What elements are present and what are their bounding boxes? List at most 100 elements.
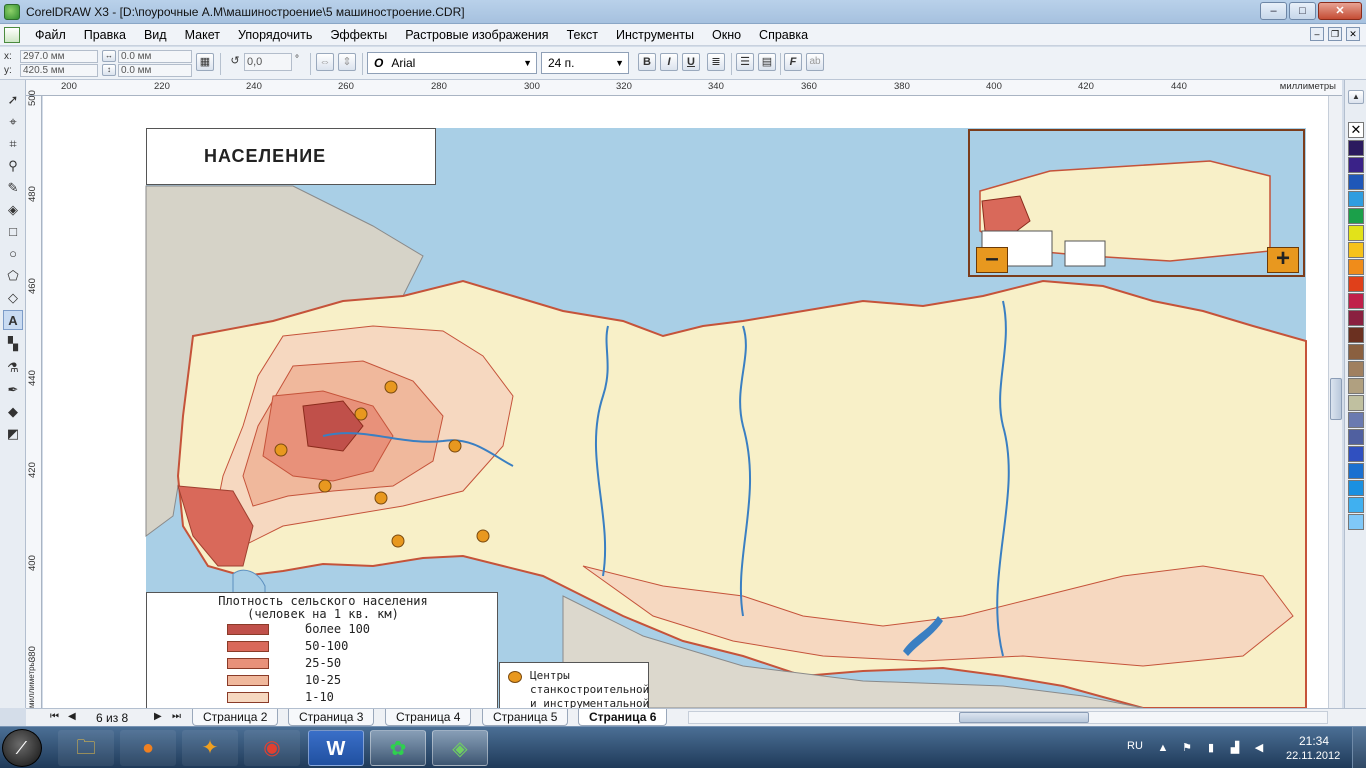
horizontal-ruler[interactable]: 200 220 240 260 280 300 320 340 360 380 … [26, 80, 1342, 96]
color-swatch[interactable] [1348, 259, 1364, 275]
color-swatch[interactable] [1348, 293, 1364, 309]
yandex-icon[interactable]: ✦ [182, 730, 238, 766]
y-position-field[interactable]: 420.5 мм [20, 64, 98, 77]
page-tab[interactable]: Страница 2 [192, 709, 279, 726]
rotation-field[interactable]: 0,0 [244, 53, 292, 71]
width-field[interactable]: 0.0 мм [118, 50, 192, 63]
font-size-select[interactable]: 24 п. ▼ [541, 52, 629, 74]
doc-restore-icon[interactable]: ❐ [1328, 27, 1342, 41]
align-icon[interactable]: ≣ [707, 53, 725, 71]
drop-cap-icon[interactable]: ▤ [758, 53, 776, 71]
color-swatch[interactable] [1348, 463, 1364, 479]
vertical-scrollbar[interactable] [1328, 96, 1342, 708]
menu-edit[interactable]: Правка [75, 28, 135, 42]
flag-icon[interactable]: ⚑ [1180, 741, 1194, 755]
color-swatch[interactable] [1348, 344, 1364, 360]
inset-map[interactable]: – + [968, 129, 1305, 277]
color-swatch[interactable] [1348, 225, 1364, 241]
zoom-out-button[interactable]: – [976, 247, 1008, 273]
zoom-tool-icon[interactable]: ⚲ [3, 156, 23, 176]
lock-ratio-icon[interactable]: ▦ [196, 53, 214, 71]
last-page-icon[interactable]: ⏭ [172, 711, 181, 722]
page-tab[interactable]: Страница 3 [288, 709, 375, 726]
map-title[interactable]: НАСЕЛЕНИЕ [146, 128, 436, 185]
menu-arrange[interactable]: Упорядочить [229, 28, 321, 42]
maximize-button[interactable]: □ [1289, 2, 1316, 20]
edit-text-icon[interactable]: ab [806, 53, 824, 71]
horizontal-scroll-thumb[interactable] [959, 712, 1089, 723]
ellipse-tool-icon[interactable]: ○ [3, 244, 23, 264]
centers-legend[interactable]: Центры станкостроительной и инструментал… [499, 662, 649, 708]
mirror-horizontal-icon[interactable]: ⇔ [316, 53, 334, 71]
color-swatch[interactable] [1348, 157, 1364, 173]
color-swatch[interactable] [1348, 208, 1364, 224]
eyedropper-tool-icon[interactable]: ⚗ [3, 358, 23, 378]
show-hidden-icon[interactable]: ▲ [1156, 741, 1170, 755]
clock-time[interactable]: 21:34 [1299, 734, 1329, 748]
blend-tool-icon[interactable]: ▚ [3, 334, 23, 354]
color-swatch[interactable] [1348, 378, 1364, 394]
first-page-icon[interactable]: ⏮ [50, 711, 59, 722]
x-position-field[interactable]: 297.0 мм [20, 50, 98, 63]
horizontal-scrollbar[interactable] [688, 711, 1328, 724]
color-swatch[interactable] [1348, 480, 1364, 496]
bullet-list-icon[interactable]: ☰ [736, 53, 754, 71]
word-icon[interactable]: W [308, 730, 364, 766]
explorer-icon[interactable]: 🗀 [58, 730, 114, 766]
menu-view[interactable]: Вид [135, 28, 176, 42]
freehand-tool-icon[interactable]: ✎ [3, 178, 23, 198]
smart-fill-icon[interactable]: ◈ [3, 200, 23, 220]
doc-minimize-icon[interactable]: – [1310, 27, 1324, 41]
coreldraw-icon[interactable]: ◈ [432, 730, 488, 766]
zoom-in-button[interactable]: + [1267, 247, 1299, 273]
vertical-ruler[interactable]: 500 480 460 440 420 400 380 миллиметры [26, 90, 42, 708]
italic-button[interactable]: I [660, 53, 678, 71]
color-swatch[interactable] [1348, 497, 1364, 513]
color-swatch[interactable] [1348, 446, 1364, 462]
menu-bitmaps[interactable]: Растровые изображения [396, 28, 557, 42]
color-swatch[interactable] [1348, 310, 1364, 326]
coreldraw-app-icon[interactable] [4, 3, 20, 20]
clock-date[interactable]: 22.11.2012 [1286, 750, 1340, 762]
minimize-button[interactable]: – [1260, 2, 1287, 20]
color-swatch[interactable] [1348, 174, 1364, 190]
color-swatch[interactable] [1348, 429, 1364, 445]
vertical-scroll-thumb[interactable] [1330, 378, 1342, 420]
color-swatch[interactable] [1348, 327, 1364, 343]
network-icon[interactable]: ▟ [1228, 741, 1242, 755]
start-button[interactable]: ⁄ [2, 729, 42, 767]
firefox-icon[interactable]: ● [120, 730, 176, 766]
next-page-icon[interactable]: ▶ [154, 711, 162, 722]
menu-text[interactable]: Текст [558, 28, 607, 42]
page-tab[interactable]: Страница 5 [482, 709, 569, 726]
language-indicator[interactable]: RU [1127, 740, 1143, 752]
polygon-tool-icon[interactable]: ⬠ [3, 266, 23, 286]
font-name-select[interactable]: O Arial ▼ [367, 52, 537, 74]
color-swatch[interactable] [1348, 514, 1364, 530]
battery-icon[interactable]: ▮ [1204, 741, 1218, 755]
volume-icon[interactable]: ◀ [1252, 741, 1266, 755]
color-swatch[interactable] [1348, 242, 1364, 258]
palette-scroll-up-icon[interactable]: ▲ [1348, 90, 1364, 104]
format-text-icon[interactable]: F [784, 53, 802, 71]
color-swatch[interactable] [1348, 361, 1364, 377]
prev-page-icon[interactable]: ◀ [68, 711, 76, 722]
icq-icon[interactable]: ✿ [370, 730, 426, 766]
text-tool-icon[interactable]: A [3, 310, 23, 330]
page-tab-active[interactable]: Страница 6 [578, 709, 668, 726]
rectangle-tool-icon[interactable]: □ [3, 222, 23, 242]
no-fill-swatch[interactable]: ✕ [1348, 122, 1364, 138]
document-icon[interactable] [4, 26, 20, 43]
bold-button[interactable]: B [638, 53, 656, 71]
interactive-fill-icon[interactable]: ◩ [3, 424, 23, 444]
shape-tool-icon[interactable]: ⌖ [3, 112, 23, 132]
menu-effects[interactable]: Эффекты [321, 28, 396, 42]
color-swatch[interactable] [1348, 395, 1364, 411]
pick-tool-icon[interactable]: ➚ [3, 90, 23, 110]
menu-window[interactable]: Окно [703, 28, 750, 42]
outline-tool-icon[interactable]: ✒ [3, 380, 23, 400]
crop-tool-icon[interactable]: ⌗ [3, 134, 23, 154]
color-swatch[interactable] [1348, 140, 1364, 156]
menu-tools[interactable]: Инструменты [607, 28, 703, 42]
drawing-canvas[interactable]: НАСЕЛЕНИЕ – + Плотность сельского населе… [43, 96, 1342, 708]
